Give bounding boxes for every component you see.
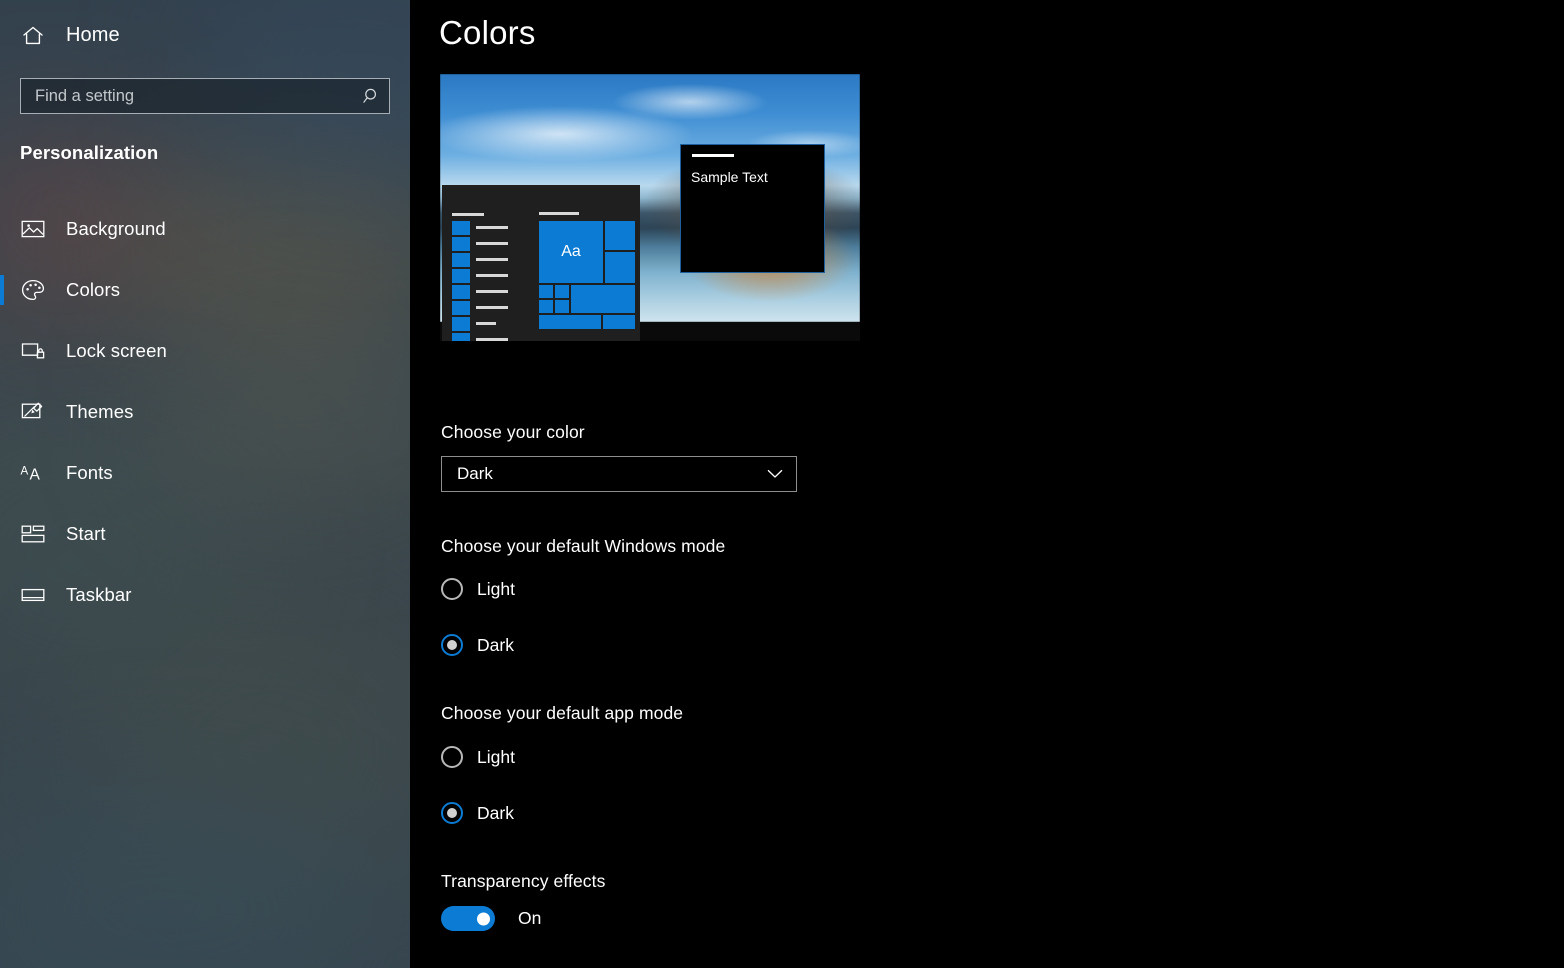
sidebar-item-home-label: Home bbox=[66, 23, 120, 46]
app-mode-label: Choose your default app mode bbox=[441, 703, 684, 723]
choose-color-value: Dark bbox=[457, 464, 493, 483]
svg-text:A: A bbox=[30, 467, 41, 484]
page-title: Colors bbox=[439, 14, 536, 51]
sidebar-item-background[interactable]: Background bbox=[0, 205, 410, 253]
preview-sample-window: Sample Text bbox=[680, 144, 825, 273]
radio-circle-icon bbox=[441, 802, 463, 824]
search-icon[interactable] bbox=[355, 79, 389, 113]
windows-mode-label: Choose your default Windows mode bbox=[441, 536, 726, 556]
start-tiles-icon bbox=[20, 521, 46, 547]
brush-icon bbox=[20, 399, 46, 425]
choose-color-dropdown[interactable]: Dark bbox=[441, 456, 797, 492]
sidebar-item-fonts[interactable]: A A Fonts bbox=[0, 449, 410, 497]
windows-mode-light-label: Light bbox=[477, 578, 515, 599]
sidebar-nav-list: Background Colors Lock screen Themes A A… bbox=[0, 205, 410, 632]
home-icon bbox=[20, 23, 46, 47]
sidebar-item-themes-label: Themes bbox=[66, 401, 134, 422]
radio-circle-icon bbox=[441, 746, 463, 768]
palette-icon bbox=[20, 277, 46, 303]
app-mode-light-label: Light bbox=[477, 746, 515, 767]
windows-mode-dark-label: Dark bbox=[477, 634, 514, 655]
preview-sample-text: Sample Text bbox=[691, 169, 768, 185]
chevron-down-icon bbox=[766, 465, 784, 483]
sidebar: Home Personalization bbox=[0, 0, 410, 968]
sidebar-item-taskbar-label: Taskbar bbox=[66, 584, 132, 605]
font-icon: A A bbox=[20, 460, 46, 486]
selection-indicator bbox=[0, 275, 4, 305]
sidebar-item-colors-label: Colors bbox=[66, 279, 121, 300]
settings-window: Home Personalization bbox=[0, 0, 1564, 968]
sidebar-item-background-label: Background bbox=[66, 218, 166, 239]
app-mode-radio-light[interactable]: Light bbox=[441, 746, 515, 768]
sidebar-item-lock-screen-label: Lock screen bbox=[66, 340, 167, 361]
sidebar-item-start-label: Start bbox=[66, 523, 106, 544]
theme-preview: Aa Sample Text bbox=[440, 74, 860, 341]
radio-circle-icon bbox=[441, 578, 463, 600]
category-title: Personalization bbox=[20, 142, 159, 163]
picture-icon bbox=[20, 216, 46, 242]
transparency-state-label: On bbox=[518, 908, 542, 928]
windows-mode-radio-dark[interactable]: Dark bbox=[441, 634, 514, 656]
transparency-toggle-row[interactable]: On bbox=[441, 906, 541, 931]
search-input[interactable] bbox=[21, 86, 355, 106]
toggle-knob-icon bbox=[477, 912, 490, 925]
lock-screen-icon bbox=[20, 338, 46, 364]
sidebar-item-start[interactable]: Start bbox=[0, 510, 410, 558]
transparency-toggle[interactable] bbox=[441, 906, 495, 931]
sidebar-item-lock-screen[interactable]: Lock screen bbox=[0, 327, 410, 375]
radio-circle-icon bbox=[441, 634, 463, 656]
main-content: Colors Aa Sample Text Choose your color … bbox=[410, 0, 1564, 968]
svg-text:A: A bbox=[21, 466, 29, 478]
transparency-label: Transparency effects bbox=[441, 871, 606, 891]
app-mode-radio-dark[interactable]: Dark bbox=[441, 802, 514, 824]
sidebar-item-colors[interactable]: Colors bbox=[0, 266, 410, 314]
choose-color-label: Choose your color bbox=[441, 422, 585, 442]
windows-mode-radio-light[interactable]: Light bbox=[441, 578, 515, 600]
sidebar-item-themes[interactable]: Themes bbox=[0, 388, 410, 436]
app-mode-dark-label: Dark bbox=[477, 802, 514, 823]
preview-tile-aa: Aa bbox=[539, 221, 603, 283]
sidebar-item-home[interactable]: Home bbox=[0, 14, 410, 56]
preview-tile-aa-label: Aa bbox=[561, 243, 581, 260]
preview-start-menu: Aa bbox=[442, 185, 640, 341]
taskbar-icon bbox=[20, 582, 46, 608]
search-box[interactable] bbox=[20, 78, 390, 114]
sidebar-item-fonts-label: Fonts bbox=[66, 462, 113, 483]
sidebar-item-taskbar[interactable]: Taskbar bbox=[0, 571, 410, 619]
